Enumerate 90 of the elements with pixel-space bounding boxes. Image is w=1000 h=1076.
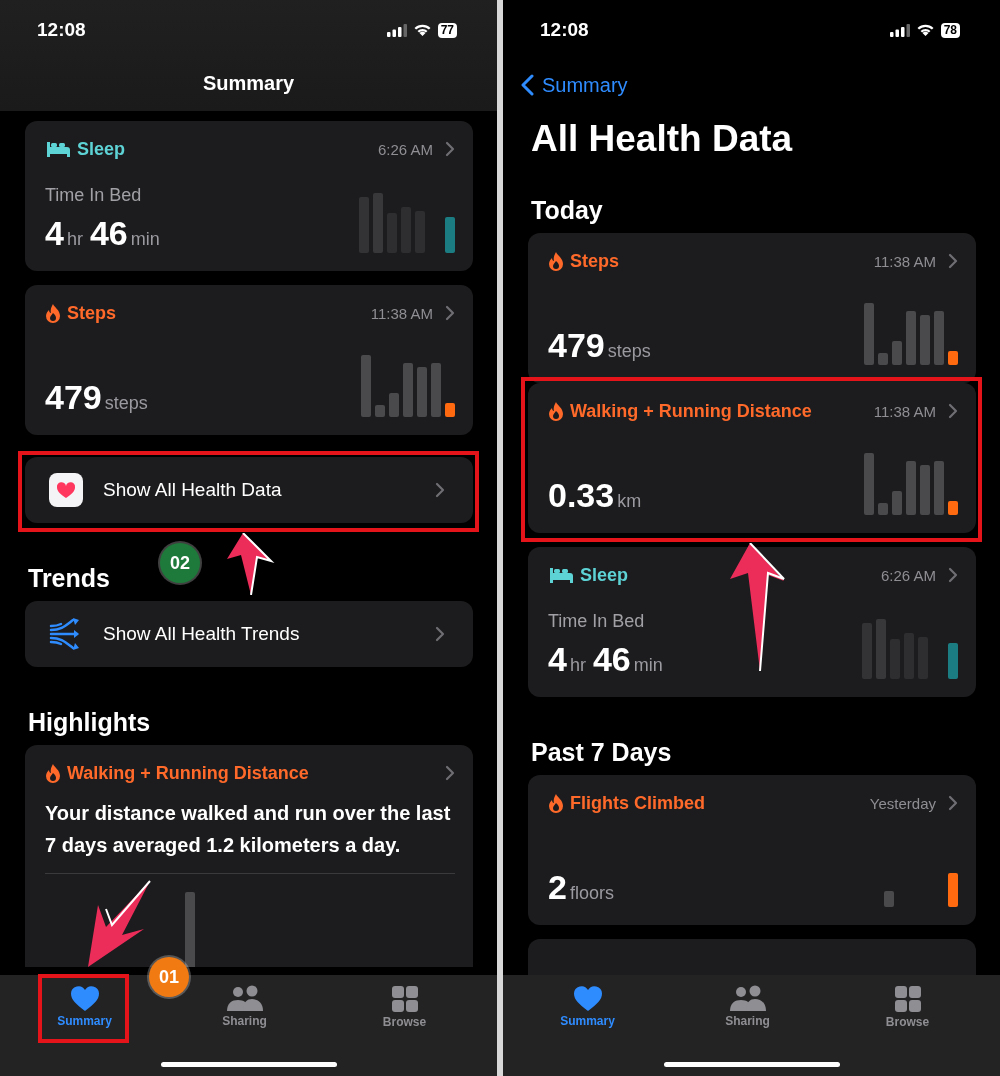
- flame-icon: [548, 793, 564, 813]
- chevron-icon: [435, 482, 445, 498]
- metric-unit: steps: [607, 341, 651, 362]
- people-icon[interactable]: [728, 985, 767, 1012]
- metric-label: Time In Bed: [548, 611, 646, 632]
- highlight-card[interactable]: Walking + Running Distance Your distance walked and run over the last 7 days averaged 1.2 kilometers a day.: [25, 745, 473, 967]
- metric-unit: hr: [569, 655, 586, 676]
- signal-icon: [386, 23, 407, 37]
- metric-card[interactable]: Sleep 6:26 AM Time In Bed 4 hr 46 min: [528, 547, 976, 697]
- metric-number: 0.33: [548, 476, 615, 515]
- timestamp: 6:26 AM: [880, 566, 936, 584]
- metric-unit: hr: [66, 229, 83, 250]
- step-number-badge: 01: [149, 957, 189, 997]
- grid-icon[interactable]: [390, 985, 419, 1013]
- chevron-icon: [948, 253, 958, 269]
- metric-card[interactable]: Flights Climbed Yesterday 2 floors: [528, 775, 976, 925]
- metric-number: 4: [548, 640, 567, 679]
- screen-title: Summary: [201, 72, 296, 95]
- list-row-button[interactable]: Show All Health Data: [25, 457, 473, 523]
- heart-app-icon: [49, 473, 83, 507]
- tab-button[interactable]: Summary: [545, 975, 630, 1041]
- metric-card[interactable]: Steps 11:38 AM 479 steps: [25, 285, 473, 435]
- metric-unit: min: [130, 229, 160, 250]
- clock-time: 12:08: [540, 19, 589, 41]
- signal-icon: [889, 23, 910, 37]
- flame-icon: [45, 763, 61, 783]
- metric-unit: km: [617, 491, 642, 512]
- metric-unit: steps: [104, 393, 148, 414]
- tab-button[interactable]: Browse: [865, 975, 950, 1041]
- heart-icon[interactable]: [572, 985, 603, 1012]
- chevron-icon: [445, 141, 455, 157]
- section-heading: Highlights: [27, 707, 152, 737]
- wifi-icon: [915, 23, 935, 37]
- tab-button[interactable]: Sharing: [705, 975, 790, 1041]
- metric-unit: min: [633, 655, 663, 676]
- metric-card[interactable]: Walking + Running Distance 11:38 AM 0.33 km: [528, 383, 976, 533]
- back-button[interactable]: Summary: [521, 73, 628, 97]
- metric-card[interactable]: Sleep 6:26 AM Time In Bed 4 hr 46 min: [25, 121, 473, 271]
- page-title: All Health Data: [530, 117, 794, 161]
- annotation-arrow: [225, 533, 275, 595]
- flame-icon: [45, 303, 61, 323]
- timestamp: Yesterday: [869, 794, 936, 812]
- battery-level: 78: [940, 22, 960, 38]
- metric-number: 2: [548, 868, 567, 907]
- metric-number: 479: [45, 378, 102, 417]
- highlight-text: Your distance walked and run over the last 7 days averaged 1.2 kilometers a day.: [45, 801, 452, 858]
- heart-icon[interactable]: [69, 985, 100, 1012]
- card-title: Sleep: [580, 564, 630, 586]
- card-title: Steps: [570, 250, 621, 272]
- metric-number: 4: [45, 214, 64, 253]
- wifi-icon: [412, 23, 432, 37]
- bed-icon: [548, 566, 574, 584]
- section-heading: Trends: [27, 563, 111, 593]
- flame-icon: [548, 401, 564, 421]
- chevron-icon: [435, 626, 445, 642]
- grid-icon[interactable]: [893, 985, 922, 1013]
- card-title: Steps: [67, 302, 118, 324]
- metric-number: 479: [548, 326, 605, 365]
- timestamp: 11:38 AM: [873, 402, 936, 420]
- tab-button[interactable]: Sharing: [202, 975, 287, 1041]
- people-icon[interactable]: [225, 985, 264, 1012]
- card-title: Sleep: [77, 138, 127, 160]
- battery-level: 77: [437, 22, 457, 38]
- metric-number: 46: [592, 640, 631, 679]
- clock-time: 12:08: [37, 19, 86, 41]
- metric-number: 46: [89, 214, 128, 253]
- timestamp: 11:38 AM: [873, 252, 936, 270]
- section-heading: Past 7 Days: [530, 737, 673, 767]
- chevron-icon: [445, 765, 455, 781]
- card-title: Walking + Running Distance: [570, 400, 813, 422]
- metric-unit: floors: [569, 883, 614, 904]
- chevron-icon: [948, 795, 958, 811]
- bed-icon: [45, 140, 71, 158]
- flame-icon: [548, 251, 564, 271]
- metric-card[interactable]: Steps 11:38 AM 479 steps: [528, 233, 976, 383]
- chevron-icon: [948, 403, 958, 419]
- back-chevron-icon: [521, 74, 534, 96]
- row-label: Show All Health Trends: [103, 623, 301, 645]
- card-title: Flights Climbed: [570, 792, 706, 814]
- timestamp: 11:38 AM: [370, 304, 433, 322]
- metric-label: Time In Bed: [45, 185, 143, 206]
- chevron-icon: [948, 567, 958, 583]
- section-heading: Today: [530, 195, 604, 225]
- step-number-badge: 02: [160, 543, 200, 583]
- chevron-icon: [445, 305, 455, 321]
- row-label: Show All Health Data: [103, 479, 283, 501]
- card-title: Walking + Running Distance: [67, 762, 310, 784]
- tab-button[interactable]: Browse: [362, 975, 447, 1041]
- list-row-button[interactable]: Show All Health Trends: [25, 601, 473, 667]
- timestamp: 6:26 AM: [377, 140, 433, 158]
